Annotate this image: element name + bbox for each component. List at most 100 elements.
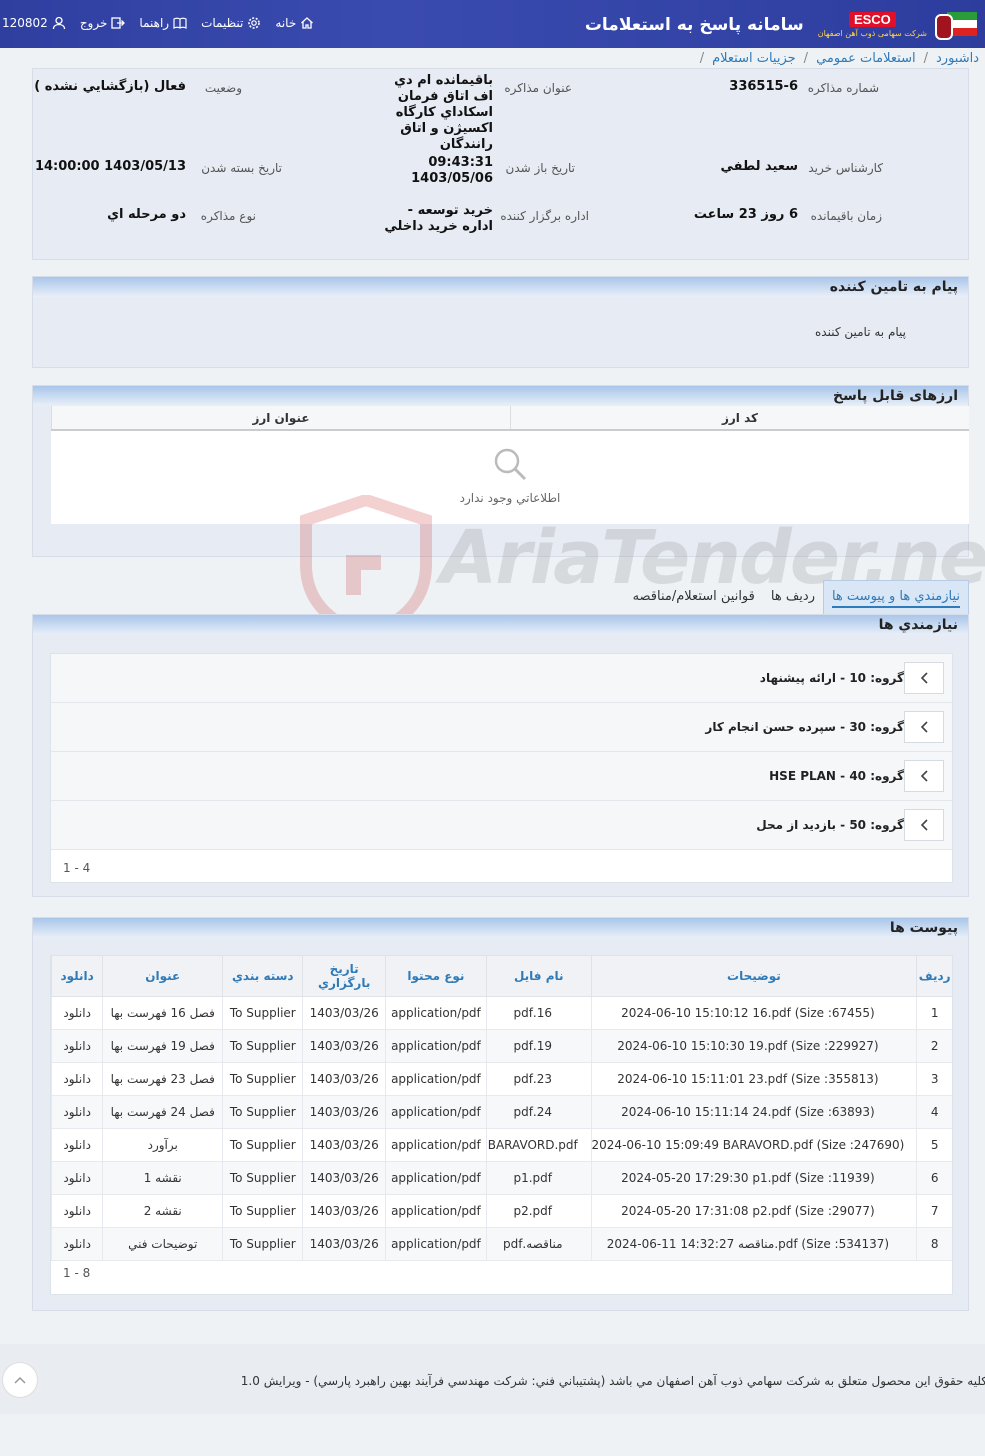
user-account[interactable]: 120802 bbox=[2, 16, 66, 30]
cell-description: 2024-06-10 15:11:14 24.pdf (Size :63893) bbox=[590, 1095, 917, 1129]
cell-row-number: 5 bbox=[916, 1128, 952, 1162]
tab-requirements-attachments[interactable]: نیازمندي ها و پیوست ها bbox=[822, 580, 969, 614]
expand-button[interactable] bbox=[904, 809, 944, 841]
cell-title: فصل 16 فهرست بها bbox=[102, 996, 223, 1030]
type-value: دو مرحله اي bbox=[107, 207, 186, 222]
column-row[interactable]: رديف bbox=[916, 956, 952, 997]
cell-download-link[interactable]: دانلود bbox=[50, 1062, 103, 1096]
column-title[interactable]: عنوان bbox=[102, 956, 223, 997]
cell-upload-date: 1403/03/26 bbox=[302, 1095, 386, 1129]
cell-title: فصل 24 فهرست بها bbox=[102, 1095, 223, 1129]
user-menu: 120802 خروج راهنما تنظیمات خانه bbox=[2, 16, 314, 30]
app-title: سامانه پاسخ به استعلامات bbox=[584, 15, 804, 35]
group-label: گروه: 30 - سپرده حسن انجام کار bbox=[705, 720, 904, 734]
tab-label: نیازمندي ها و پیوست ها bbox=[831, 589, 960, 608]
cell-filename: 23.pdf bbox=[485, 1062, 592, 1096]
cell-description: 2024-06-10 15:09:49 BARAVORD.pdf (Size :… bbox=[590, 1128, 917, 1162]
esco-subtitle: شرکت سهامی ذوب آهن اصفهان bbox=[817, 29, 927, 38]
cell-title: نقشه 1 bbox=[102, 1161, 223, 1195]
cell-description: 2024-06-11 14:32:27 مناقصه.pdf (Size :53… bbox=[590, 1227, 917, 1261]
breadcrumb-inquiry-details[interactable]: جزييات استعلام bbox=[712, 51, 796, 66]
attachments-body: 1 2024-06-10 15:10:12 16.pdf (Size :67455… bbox=[50, 996, 952, 1261]
open-date-label: تاريخ باز شدن bbox=[505, 161, 575, 175]
chevron-left-icon bbox=[920, 721, 928, 733]
cell-download-link[interactable]: دانلود bbox=[50, 996, 103, 1030]
status-label: وضعيت bbox=[204, 81, 242, 95]
number-value: 336515-6 bbox=[729, 79, 798, 94]
cell-row-number: 1 bbox=[916, 996, 952, 1030]
expand-button[interactable] bbox=[904, 662, 944, 694]
requirements-panel: نيازمندي ها گروه: 10 - ارائه پیشنهاد گرو… bbox=[32, 614, 969, 897]
tab-rows[interactable]: رديف ها bbox=[763, 581, 823, 614]
scroll-to-top-button[interactable] bbox=[2, 1362, 38, 1398]
group-label: گروه: 40 - HSE PLAN bbox=[769, 769, 904, 783]
column-category[interactable]: دسته بندي bbox=[222, 956, 303, 997]
table-row: 5 2024-06-10 15:09:49 BARAVORD.pdf (Size … bbox=[50, 1128, 952, 1162]
tab-label: قوانين استعلام/مناقصه bbox=[632, 589, 755, 604]
breadcrumb-public-inquiries[interactable]: استعلامات عمومي bbox=[816, 51, 916, 66]
type-label: نوع مذاكره bbox=[200, 209, 256, 223]
cell-category: To Supplier bbox=[222, 1128, 303, 1162]
group-label: گروه: 10 - ارائه پیشنهاد bbox=[759, 671, 904, 685]
requirements-pager: 1 - 4 bbox=[63, 861, 91, 875]
expand-button[interactable] bbox=[904, 711, 944, 743]
requirements-title: نيازمندي ها bbox=[878, 617, 958, 633]
expand-button[interactable] bbox=[904, 760, 944, 792]
list-item[interactable]: گروه: 50 - بازديد از محل bbox=[51, 801, 952, 850]
table-row: 7 2024-05-20 17:31:08 p2.pdf (Size :29077… bbox=[50, 1194, 952, 1228]
cell-upload-date: 1403/03/26 bbox=[302, 1161, 386, 1195]
breadcrumb: داشبورد / استعلامات عمومي / جزييات استعل… bbox=[700, 48, 985, 68]
chevron-left-icon bbox=[920, 770, 928, 782]
supplier-message-text: پیام به تامین کننده bbox=[815, 325, 906, 339]
cell-download-link[interactable]: دانلود bbox=[50, 1227, 103, 1261]
home-button[interactable]: خانه bbox=[275, 16, 314, 30]
title-label: عنوان مذاكره bbox=[504, 81, 572, 95]
tab-rules[interactable]: قوانين استعلام/مناقصه bbox=[625, 581, 763, 614]
logout-button[interactable]: خروج bbox=[80, 16, 126, 30]
attachments-table: رديف توضيحات نام فايل نوع محتوا تاريخ با… bbox=[50, 956, 952, 1261]
cell-filename: 24.pdf bbox=[485, 1095, 592, 1129]
cell-content-type: application/pdf bbox=[384, 1227, 487, 1261]
column-currency-code[interactable]: کد ارز bbox=[510, 406, 969, 429]
cell-download-link[interactable]: دانلود bbox=[50, 1128, 103, 1162]
list-item[interactable]: گروه: 40 - HSE PLAN bbox=[51, 752, 952, 801]
settings-button[interactable]: تنظیمات bbox=[201, 16, 261, 30]
cell-upload-date: 1403/03/26 bbox=[302, 1128, 386, 1162]
tab-label: رديف ها bbox=[770, 589, 815, 604]
footer: كليه حقوق اين محصول متعلق به شركت سهامي … bbox=[0, 1344, 985, 1414]
cell-download-link[interactable]: دانلود bbox=[50, 1029, 103, 1063]
column-download[interactable]: دانلود bbox=[50, 956, 103, 997]
esco-logo: ESCO شرکت سهامی ذوب آهن اصفهان bbox=[818, 12, 927, 38]
attachments-pager: 1 - 8 bbox=[63, 1266, 91, 1280]
help-button[interactable]: راهنما bbox=[139, 16, 187, 30]
cell-content-type: application/pdf bbox=[384, 1161, 487, 1195]
column-upload-date[interactable]: تاريخ بارگزاري bbox=[302, 956, 386, 997]
list-item[interactable]: گروه: 10 - ارائه پیشنهاد bbox=[51, 654, 952, 703]
column-description[interactable]: توضيحات bbox=[590, 956, 917, 997]
column-content-type[interactable]: نوع محتوا bbox=[384, 956, 487, 997]
breadcrumb-separator: / bbox=[803, 50, 809, 66]
attachments-panel: پیوست ها رديف توضيحات نام فايل نوع محتوا… bbox=[32, 917, 969, 1311]
list-item[interactable]: گروه: 30 - سپرده حسن انجام کار bbox=[51, 703, 952, 752]
column-currency-title[interactable]: عنوان ارز bbox=[51, 406, 510, 429]
currencies-table: کد ارز عنوان ارز اطلاعاتي وجود ندارد bbox=[51, 406, 969, 524]
cell-content-type: application/pdf bbox=[384, 1128, 487, 1162]
status-value: فعال (بازگشايي نشده ) bbox=[34, 79, 186, 94]
currencies-title: ارزهای قابل پاسخ bbox=[832, 388, 958, 404]
cell-filename: p1.pdf bbox=[485, 1161, 592, 1195]
close-date-value: 1403/05/13 14:00:00 bbox=[34, 159, 186, 174]
cell-title: توضيحات فني bbox=[102, 1227, 223, 1261]
breadcrumb-dashboard[interactable]: داشبورد bbox=[936, 51, 979, 66]
column-filename[interactable]: نام فايل bbox=[485, 956, 592, 997]
cell-upload-date: 1403/03/26 bbox=[302, 996, 386, 1030]
table-row: 3 2024-06-10 15:11:01 23.pdf (Size :35581… bbox=[50, 1062, 952, 1096]
tabs: نیازمندي ها و پیوست ها رديف ها قوانين اس… bbox=[625, 574, 969, 614]
panel-header bbox=[33, 918, 968, 938]
cell-download-link[interactable]: دانلود bbox=[50, 1194, 103, 1228]
cell-download-link[interactable]: دانلود bbox=[50, 1161, 103, 1195]
cell-category: To Supplier bbox=[222, 1062, 303, 1096]
logout-icon bbox=[111, 17, 126, 29]
supplier-message-title: پیام به تامین کننده bbox=[829, 279, 958, 295]
supplier-message-panel: پیام به تامین کننده پیام به تامین کننده bbox=[32, 276, 969, 368]
cell-download-link[interactable]: دانلود bbox=[50, 1095, 103, 1129]
